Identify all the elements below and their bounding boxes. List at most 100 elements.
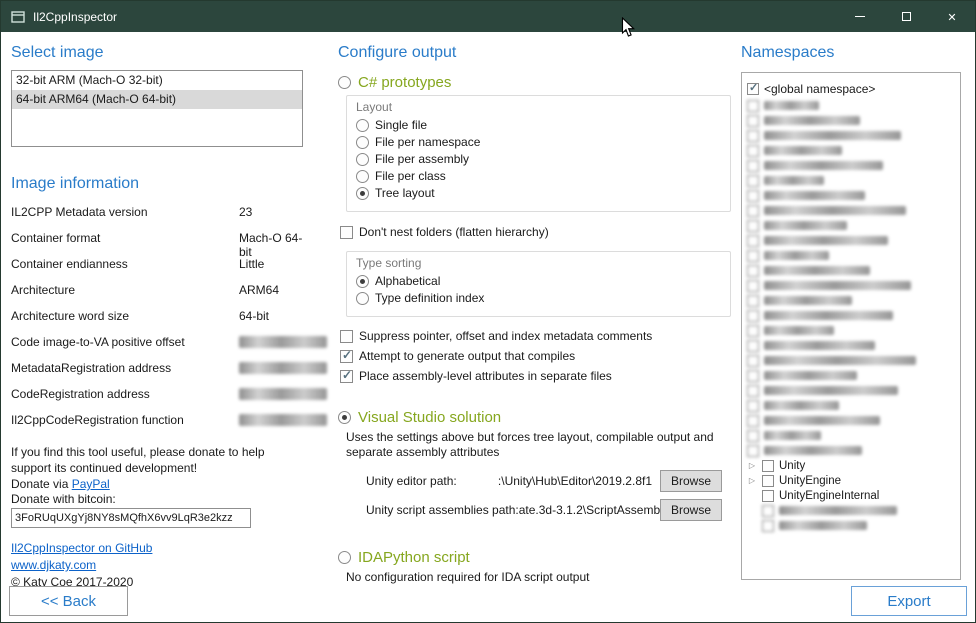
namespace-item-redacted[interactable] <box>747 188 955 203</box>
namespaces-panel[interactable]: <global namespace> Unity UnityEngineUnityE… <box>741 72 961 580</box>
namespace-item[interactable]: Unity <box>747 458 955 473</box>
namespace-item-redacted[interactable] <box>747 203 955 218</box>
namespace-item-redacted[interactable] <box>747 248 955 263</box>
website-link[interactable]: www.djkaty.com <box>11 558 96 572</box>
namespace-item[interactable]: <global namespace> <box>747 80 955 98</box>
radio-icon <box>356 275 369 288</box>
type-sorting-radio-option[interactable]: Type definition index <box>356 291 721 306</box>
redacted-label <box>764 206 906 215</box>
checkbox-icon <box>747 265 759 277</box>
layout-radio-option[interactable]: File per assembly <box>356 152 721 167</box>
namespace-item-redacted[interactable] <box>747 143 955 158</box>
github-link[interactable]: Il2CppInspector on GitHub <box>11 541 152 555</box>
namespace-item-redacted[interactable] <box>747 263 955 278</box>
namespace-item-redacted[interactable] <box>747 503 955 518</box>
path-field-label: Unity script assemblies path: <box>366 503 519 517</box>
mouse-cursor <box>621 17 636 43</box>
expander-icon[interactable] <box>747 461 757 471</box>
redacted-label <box>764 161 883 170</box>
output-option-checkboxes: Suppress pointer, offset and index metad… <box>340 329 734 383</box>
layout-radio-option[interactable]: File per class <box>356 169 721 184</box>
namespace-label: Unity <box>779 460 805 472</box>
namespace-item-redacted[interactable] <box>747 293 955 308</box>
checkbox-icon <box>747 385 759 397</box>
namespace-item-redacted[interactable] <box>747 308 955 323</box>
namespace-item-redacted[interactable] <box>747 278 955 293</box>
namespace-item-redacted[interactable] <box>747 158 955 173</box>
namespace-item-redacted[interactable] <box>747 173 955 188</box>
namespace-item-redacted[interactable] <box>747 323 955 338</box>
back-button[interactable]: << Back <box>9 586 128 616</box>
expander-icon[interactable] <box>747 476 757 486</box>
layout-radio-option[interactable]: Single file <box>356 118 721 133</box>
namespace-item-redacted[interactable] <box>747 98 955 113</box>
namespace-item-redacted[interactable] <box>747 443 955 458</box>
csharp-prototypes-radio[interactable]: C# prototypes <box>338 74 734 91</box>
image-list-item[interactable]: 64-bit ARM64 (Mach-O 64-bit) <box>12 90 302 109</box>
info-value: 23 <box>239 205 252 219</box>
idapython-script-label: IDAPython script <box>358 549 470 566</box>
type-sorting-options: Alphabetical Type definition index <box>356 274 721 306</box>
bitcoin-address-input[interactable] <box>11 508 251 528</box>
namespace-item-redacted[interactable] <box>747 383 955 398</box>
namespace-item-redacted[interactable] <box>747 233 955 248</box>
checkbox-icon <box>747 445 759 457</box>
redacted-content <box>747 130 901 142</box>
idapython-description: No configuration required for IDA script… <box>346 570 721 585</box>
image-info-row: ArchitectureARM64 <box>11 283 303 309</box>
minimize-button[interactable] <box>837 1 883 32</box>
image-info-row: MetadataRegistration address <box>11 361 303 387</box>
close-button[interactable] <box>929 1 975 32</box>
app-icon <box>10 9 26 25</box>
output-checkbox[interactable]: Place assembly-level attributes in separ… <box>340 369 734 383</box>
namespace-item-redacted[interactable] <box>747 353 955 368</box>
namespaces-heading: Namespaces <box>741 44 967 62</box>
layout-radio-option[interactable]: File per namespace <box>356 135 721 150</box>
redacted-content <box>747 385 898 397</box>
redacted-label <box>764 431 821 440</box>
window-controls <box>837 1 975 32</box>
browse-button[interactable]: Browse <box>660 470 722 492</box>
checkbox-icon <box>747 145 759 157</box>
radio-icon <box>338 551 351 564</box>
visual-studio-solution-radio[interactable]: Visual Studio solution <box>338 409 734 426</box>
export-button[interactable]: Export <box>851 586 967 616</box>
redacted-value <box>239 336 327 348</box>
namespace-item-redacted[interactable] <box>747 368 955 383</box>
output-checkbox[interactable]: Attempt to generate output that compiles <box>340 349 734 363</box>
namespace-item-redacted[interactable] <box>747 128 955 143</box>
namespace-item-redacted[interactable] <box>747 413 955 428</box>
namespace-item-redacted[interactable] <box>747 113 955 128</box>
namespace-item-redacted[interactable] <box>747 428 955 443</box>
type-sorting-radio-option[interactable]: Alphabetical <box>356 274 721 289</box>
output-checkbox[interactable]: Suppress pointer, offset and index metad… <box>340 329 734 343</box>
image-list-item[interactable]: 32-bit ARM (Mach-O 32-bit) <box>12 71 302 90</box>
checkbox-icon <box>747 100 759 112</box>
path-field-row: Unity editor path::\Unity\Hub\Editor\201… <box>366 470 722 492</box>
flatten-checkbox[interactable]: Don't nest folders (flatten hierarchy) <box>340 225 734 239</box>
redacted-label <box>764 401 839 410</box>
namespace-item-redacted[interactable] <box>747 398 955 413</box>
namespace-item-redacted[interactable] <box>747 338 955 353</box>
namespace-item-redacted[interactable] <box>747 218 955 233</box>
checkbox-icon <box>340 330 353 343</box>
maximize-button[interactable] <box>883 1 929 32</box>
namespace-item-redacted[interactable] <box>747 518 955 533</box>
image-listbox[interactable]: 32-bit ARM (Mach-O 32-bit)64-bit ARM64 (… <box>11 70 303 147</box>
output-checkbox-label: Attempt to generate output that compiles <box>359 349 575 363</box>
namespaces-section: Namespaces <global namespace> Unity UnityE… <box>741 34 967 580</box>
unity-path-fields: Unity editor path::\Unity\Hub\Editor\201… <box>366 470 722 521</box>
layout-radio-option[interactable]: Tree layout <box>356 186 721 201</box>
namespace-item[interactable]: UnityEngine <box>747 473 955 488</box>
namespace-label: UnityEngine <box>779 475 841 487</box>
paypal-link[interactable]: PayPal <box>72 477 110 491</box>
configure-output-section: Configure output C# prototypes Layout Si… <box>338 34 734 591</box>
namespace-label: <global namespace> <box>764 82 875 96</box>
redacted-label <box>764 101 819 110</box>
browse-button[interactable]: Browse <box>660 499 722 521</box>
type-sorting-option-label: Alphabetical <box>375 274 440 289</box>
idapython-script-radio[interactable]: IDAPython script <box>338 549 734 566</box>
redacted-content <box>747 295 852 307</box>
namespace-item[interactable]: UnityEngineInternal <box>747 488 955 503</box>
titlebar[interactable]: Il2CppInspector <box>1 1 975 32</box>
